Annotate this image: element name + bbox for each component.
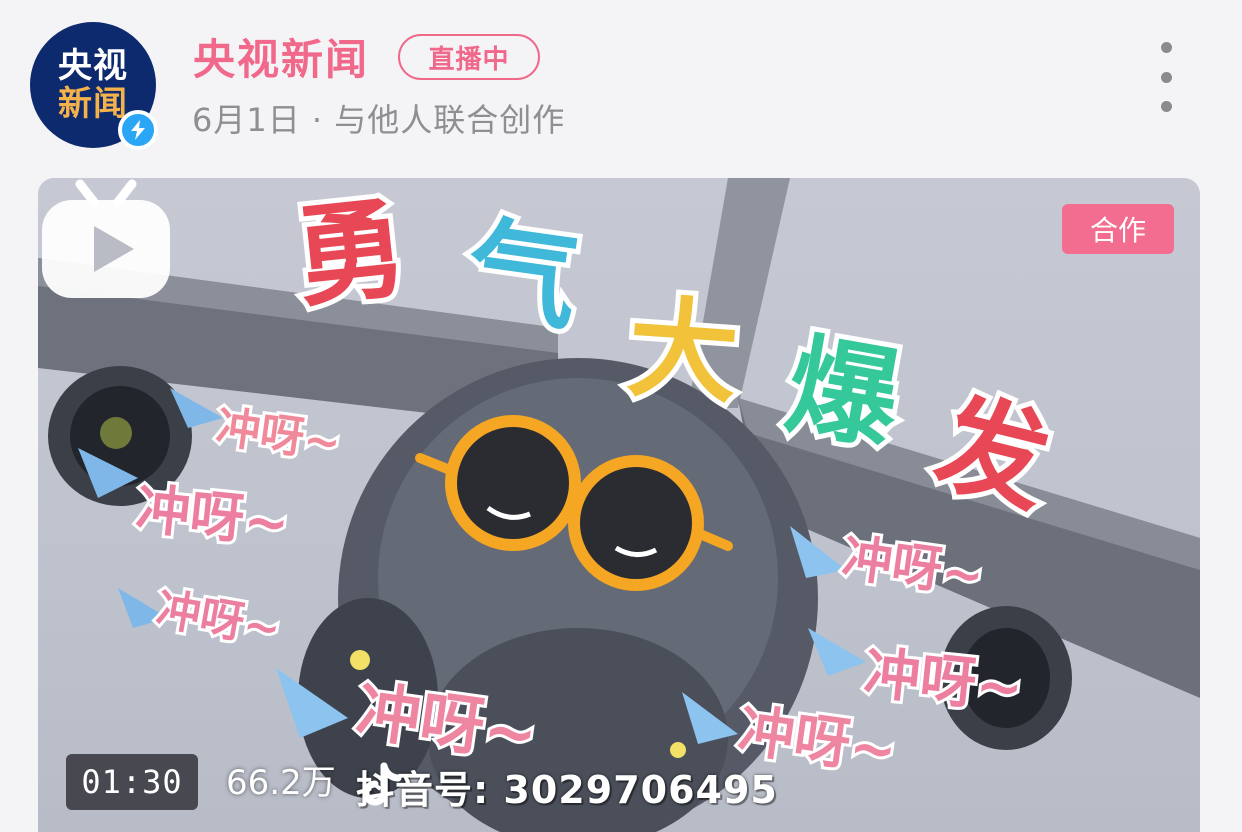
douyin-logo-icon bbox=[362, 762, 402, 806]
douyin-watermark: 抖音号: 3029706495 bbox=[356, 760, 778, 812]
verified-icon bbox=[118, 110, 158, 150]
avatar-text-line2: 新闻 bbox=[58, 84, 128, 124]
tv-play-icon[interactable] bbox=[38, 178, 174, 302]
view-count: 66.2万 bbox=[226, 763, 336, 803]
cooperation-badge: 合作 bbox=[1062, 204, 1174, 254]
title-char: 大 bbox=[619, 278, 748, 423]
watermark-text: 抖音号: 3029706495 bbox=[356, 767, 778, 812]
post-meta: 6月1日 · 与他人联合创作 bbox=[192, 101, 566, 139]
cheer-sticker: 冲呀~ bbox=[858, 638, 1029, 725]
title-char: 爆 bbox=[773, 315, 914, 470]
author-name[interactable]: 央视新闻 bbox=[193, 34, 369, 86]
more-icon[interactable] bbox=[1146, 42, 1186, 112]
post-header: 央视 新闻 央视新闻 直播中 6月1日 · 与他人联合创作 bbox=[0, 0, 1242, 170]
title-char: 气 bbox=[455, 199, 592, 351]
video-duration: 01:30 bbox=[66, 754, 198, 810]
live-badge[interactable]: 直播中 bbox=[398, 34, 540, 80]
avatar-text-line1: 央视 bbox=[58, 46, 128, 86]
cheer-sticker: 冲呀~ bbox=[130, 474, 295, 559]
title-char: 勇 bbox=[285, 179, 418, 328]
video-cover[interactable]: 合作 勇 气 大 爆 发 冲呀~ 冲呀~ 冲呀~ 冲呀~ 冲呀~ 冲呀~ 冲呀~… bbox=[38, 178, 1200, 832]
